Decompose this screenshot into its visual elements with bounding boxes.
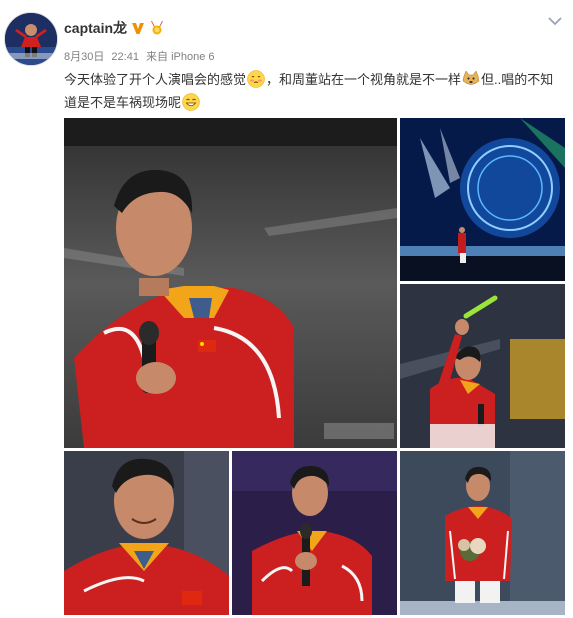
weibo-post-card: captain龙 8月30日 22:41 来自 iPhone 6 今天体验了开个… — [0, 0, 573, 618]
photo-2-image — [400, 118, 565, 281]
user-avatar[interactable] — [4, 12, 58, 66]
source-prefix: 来自 — [146, 51, 169, 63]
post-meta: 8月30日 22:41 来自 iPhone 6 — [64, 48, 219, 64]
post-text-part2: ，和周董站在一个视角就是不一样 — [266, 72, 462, 87]
avatar-image — [5, 13, 57, 65]
post-photo-3[interactable] — [400, 284, 565, 448]
post-photo-1[interactable] — [64, 118, 397, 448]
post-author: captain龙 — [64, 18, 165, 38]
source-device[interactable]: iPhone 6 — [171, 51, 214, 63]
post-photo-5[interactable] — [232, 451, 397, 615]
verified-v-icon — [131, 21, 145, 35]
doge-emoji — [462, 70, 480, 88]
post-photo-4[interactable] — [64, 451, 229, 615]
shy-face-emoji — [247, 70, 265, 88]
post-text: 今天体验了开个人演唱会的感觉 ，和周董站在一个视角就是不一样 但..唱的不知道是不是… — [64, 68, 564, 114]
post-text-part1: 今天体验了开个人演唱会的感觉 — [64, 72, 247, 87]
username-link[interactable]: captain龙 — [64, 18, 127, 38]
post-photo-2[interactable] — [400, 118, 565, 281]
chevron-down-icon[interactable] — [547, 14, 563, 26]
photo-6-image — [400, 451, 565, 615]
photo-5-image — [232, 451, 397, 615]
photo-3-image — [400, 284, 565, 448]
medal-badge-icon[interactable] — [149, 21, 165, 35]
photo-4-image — [64, 451, 229, 615]
photo-1-image — [64, 118, 397, 448]
grin-face-emoji — [182, 93, 200, 111]
post-date[interactable]: 8月30日 — [64, 51, 104, 63]
post-time[interactable]: 22:41 — [111, 51, 139, 63]
post-photo-6[interactable] — [400, 451, 565, 615]
